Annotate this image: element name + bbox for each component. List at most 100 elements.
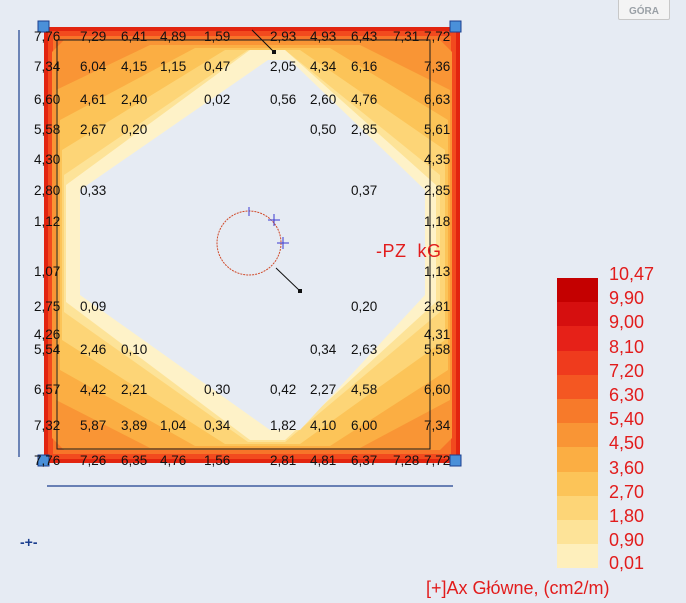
cell-value-label: 4,76 xyxy=(351,92,377,107)
legend-value: 4,50 xyxy=(609,433,645,454)
cell-value-label: 0,33 xyxy=(80,183,106,198)
cell-value-label: 4,34 xyxy=(310,59,337,74)
legend-value: 8,10 xyxy=(609,336,645,357)
legend-swatch xyxy=(557,398,598,424)
cell-value-label: 0,50 xyxy=(310,122,336,137)
cell-value-label: 2,93 xyxy=(270,29,296,44)
cell-value-label: 1,18 xyxy=(424,214,450,229)
cell-value-label: 1,56 xyxy=(204,453,230,468)
cell-value-label: 6,60 xyxy=(424,382,450,397)
legend-swatch xyxy=(557,471,598,496)
legend-value: 5,40 xyxy=(609,409,645,430)
cell-value-label: 4,61 xyxy=(80,92,106,107)
legend-value: 10,47 xyxy=(609,264,655,284)
legend-value: 2,70 xyxy=(609,481,645,502)
cell-value-label: 4,89 xyxy=(160,29,186,44)
cell-value-label: 0,02 xyxy=(204,92,230,107)
cell-value-label: 0,10 xyxy=(121,342,147,357)
cell-value-label: 0,37 xyxy=(351,183,377,198)
cell-value-label: 0,20 xyxy=(351,299,377,314)
cell-value-label: 2,05 xyxy=(270,59,296,74)
cell-value-label: 5,58 xyxy=(34,122,60,137)
cell-value-label: 0,09 xyxy=(80,299,106,314)
legend-swatch xyxy=(557,423,598,448)
cell-value-label: 4,76 xyxy=(160,453,186,468)
cell-value-label: 2,40 xyxy=(121,92,147,107)
cell-value-label: 2,81 xyxy=(270,453,296,468)
cell-value-label: 2,75 xyxy=(34,299,60,314)
leader-node-top xyxy=(272,50,276,54)
cell-value-label: 5,61 xyxy=(424,122,450,137)
legend-swatch xyxy=(557,278,598,303)
legend-value: 1,80 xyxy=(609,505,645,526)
cell-value-label: 4,93 xyxy=(310,29,336,44)
cell-value-label: 7,72 xyxy=(424,29,450,44)
cell-value-label: 7,36 xyxy=(424,59,450,74)
axis-origin-icon: -+- xyxy=(20,534,38,550)
cell-value-label: 6,60 xyxy=(34,92,60,107)
cell-value-label: 6,43 xyxy=(351,29,377,44)
cell-value-label: 2,81 xyxy=(424,299,450,314)
legend-value: 9,90 xyxy=(609,288,645,309)
cell-value-label: 0,47 xyxy=(204,59,230,74)
cell-value-label: 4,58 xyxy=(351,382,377,397)
cell-value-label: 2,27 xyxy=(310,382,336,397)
cell-value-label: 5,87 xyxy=(80,418,106,433)
cell-value-label: 1,04 xyxy=(160,418,187,433)
cell-value-label: 1,15 xyxy=(160,59,186,74)
cell-value-label: 1,12 xyxy=(34,214,60,229)
cell-value-label: 3,89 xyxy=(121,418,147,433)
cell-value-label: 4,81 xyxy=(310,453,336,468)
support-bottom-right xyxy=(449,454,462,467)
cell-value-label: 7,26 xyxy=(80,453,106,468)
cell-value-label: 6,41 xyxy=(121,29,147,44)
legend-swatch xyxy=(557,519,598,545)
cell-value-label: 1,07 xyxy=(34,264,60,279)
legend-value: 6,30 xyxy=(609,384,645,405)
cell-value-label: 7,76 xyxy=(34,453,60,468)
cell-value-label: 2,80 xyxy=(34,183,60,198)
legend-swatch xyxy=(557,544,598,569)
cell-value-label: 7,31 xyxy=(393,29,419,44)
cell-value-label: 6,63 xyxy=(424,92,450,107)
cell-value-label: 7,32 xyxy=(34,418,60,433)
legend-swatch xyxy=(557,495,598,520)
load-label: -PZ kG xyxy=(376,241,442,261)
cell-value-label: 4,26 xyxy=(34,327,60,342)
legend-value: 0,90 xyxy=(609,530,645,551)
cell-value-label: 4,42 xyxy=(80,382,106,397)
cell-value-label: 7,34 xyxy=(34,59,61,74)
leader-node-center xyxy=(298,289,302,293)
cell-value-label: 7,76 xyxy=(34,29,60,44)
cell-value-label: 4,31 xyxy=(424,327,450,342)
legend-swatch xyxy=(557,447,598,472)
cell-value-label: 1,82 xyxy=(270,418,296,433)
cell-value-label: 0,34 xyxy=(310,342,337,357)
cell-value-label: 2,67 xyxy=(80,122,106,137)
cell-value-label: 4,30 xyxy=(34,152,60,167)
cell-value-label: 6,16 xyxy=(351,59,377,74)
cell-value-label: 0,34 xyxy=(204,418,231,433)
cell-value-label: 6,35 xyxy=(121,453,147,468)
cell-value-label: 7,29 xyxy=(80,29,106,44)
result-title: [+]Ax Główne, (cm2/m) xyxy=(426,578,610,598)
cell-value-label: 0,20 xyxy=(121,122,147,137)
cell-value-label: 2,85 xyxy=(351,122,377,137)
view-top-button[interactable]: GÓRA xyxy=(618,0,670,20)
cell-value-label: 1,59 xyxy=(204,29,230,44)
cell-value-label: 2,85 xyxy=(424,183,450,198)
plate-view[interactable]: 7,76 7,29 6,41 4,89 1,59 2,93 4,93 6,43 7,31 7,72… xyxy=(0,0,686,603)
cell-value-label: 5,58 xyxy=(424,342,450,357)
cell-value-label: 6,37 xyxy=(351,453,377,468)
cell-value-label: 1,13 xyxy=(424,264,450,279)
cell-value-label: 4,10 xyxy=(310,418,336,433)
cell-value-label: 6,04 xyxy=(80,59,107,74)
cell-value-label: 0,42 xyxy=(270,382,296,397)
cell-value-label: 0,30 xyxy=(204,382,230,397)
legend-swatch xyxy=(557,326,598,351)
cell-value-label: 4,15 xyxy=(121,59,147,74)
legend-swatch xyxy=(557,374,598,399)
cell-value-label: 7,28 xyxy=(393,453,419,468)
cell-value-label: 2,21 xyxy=(121,382,147,397)
legend-value: 7,20 xyxy=(609,360,645,381)
